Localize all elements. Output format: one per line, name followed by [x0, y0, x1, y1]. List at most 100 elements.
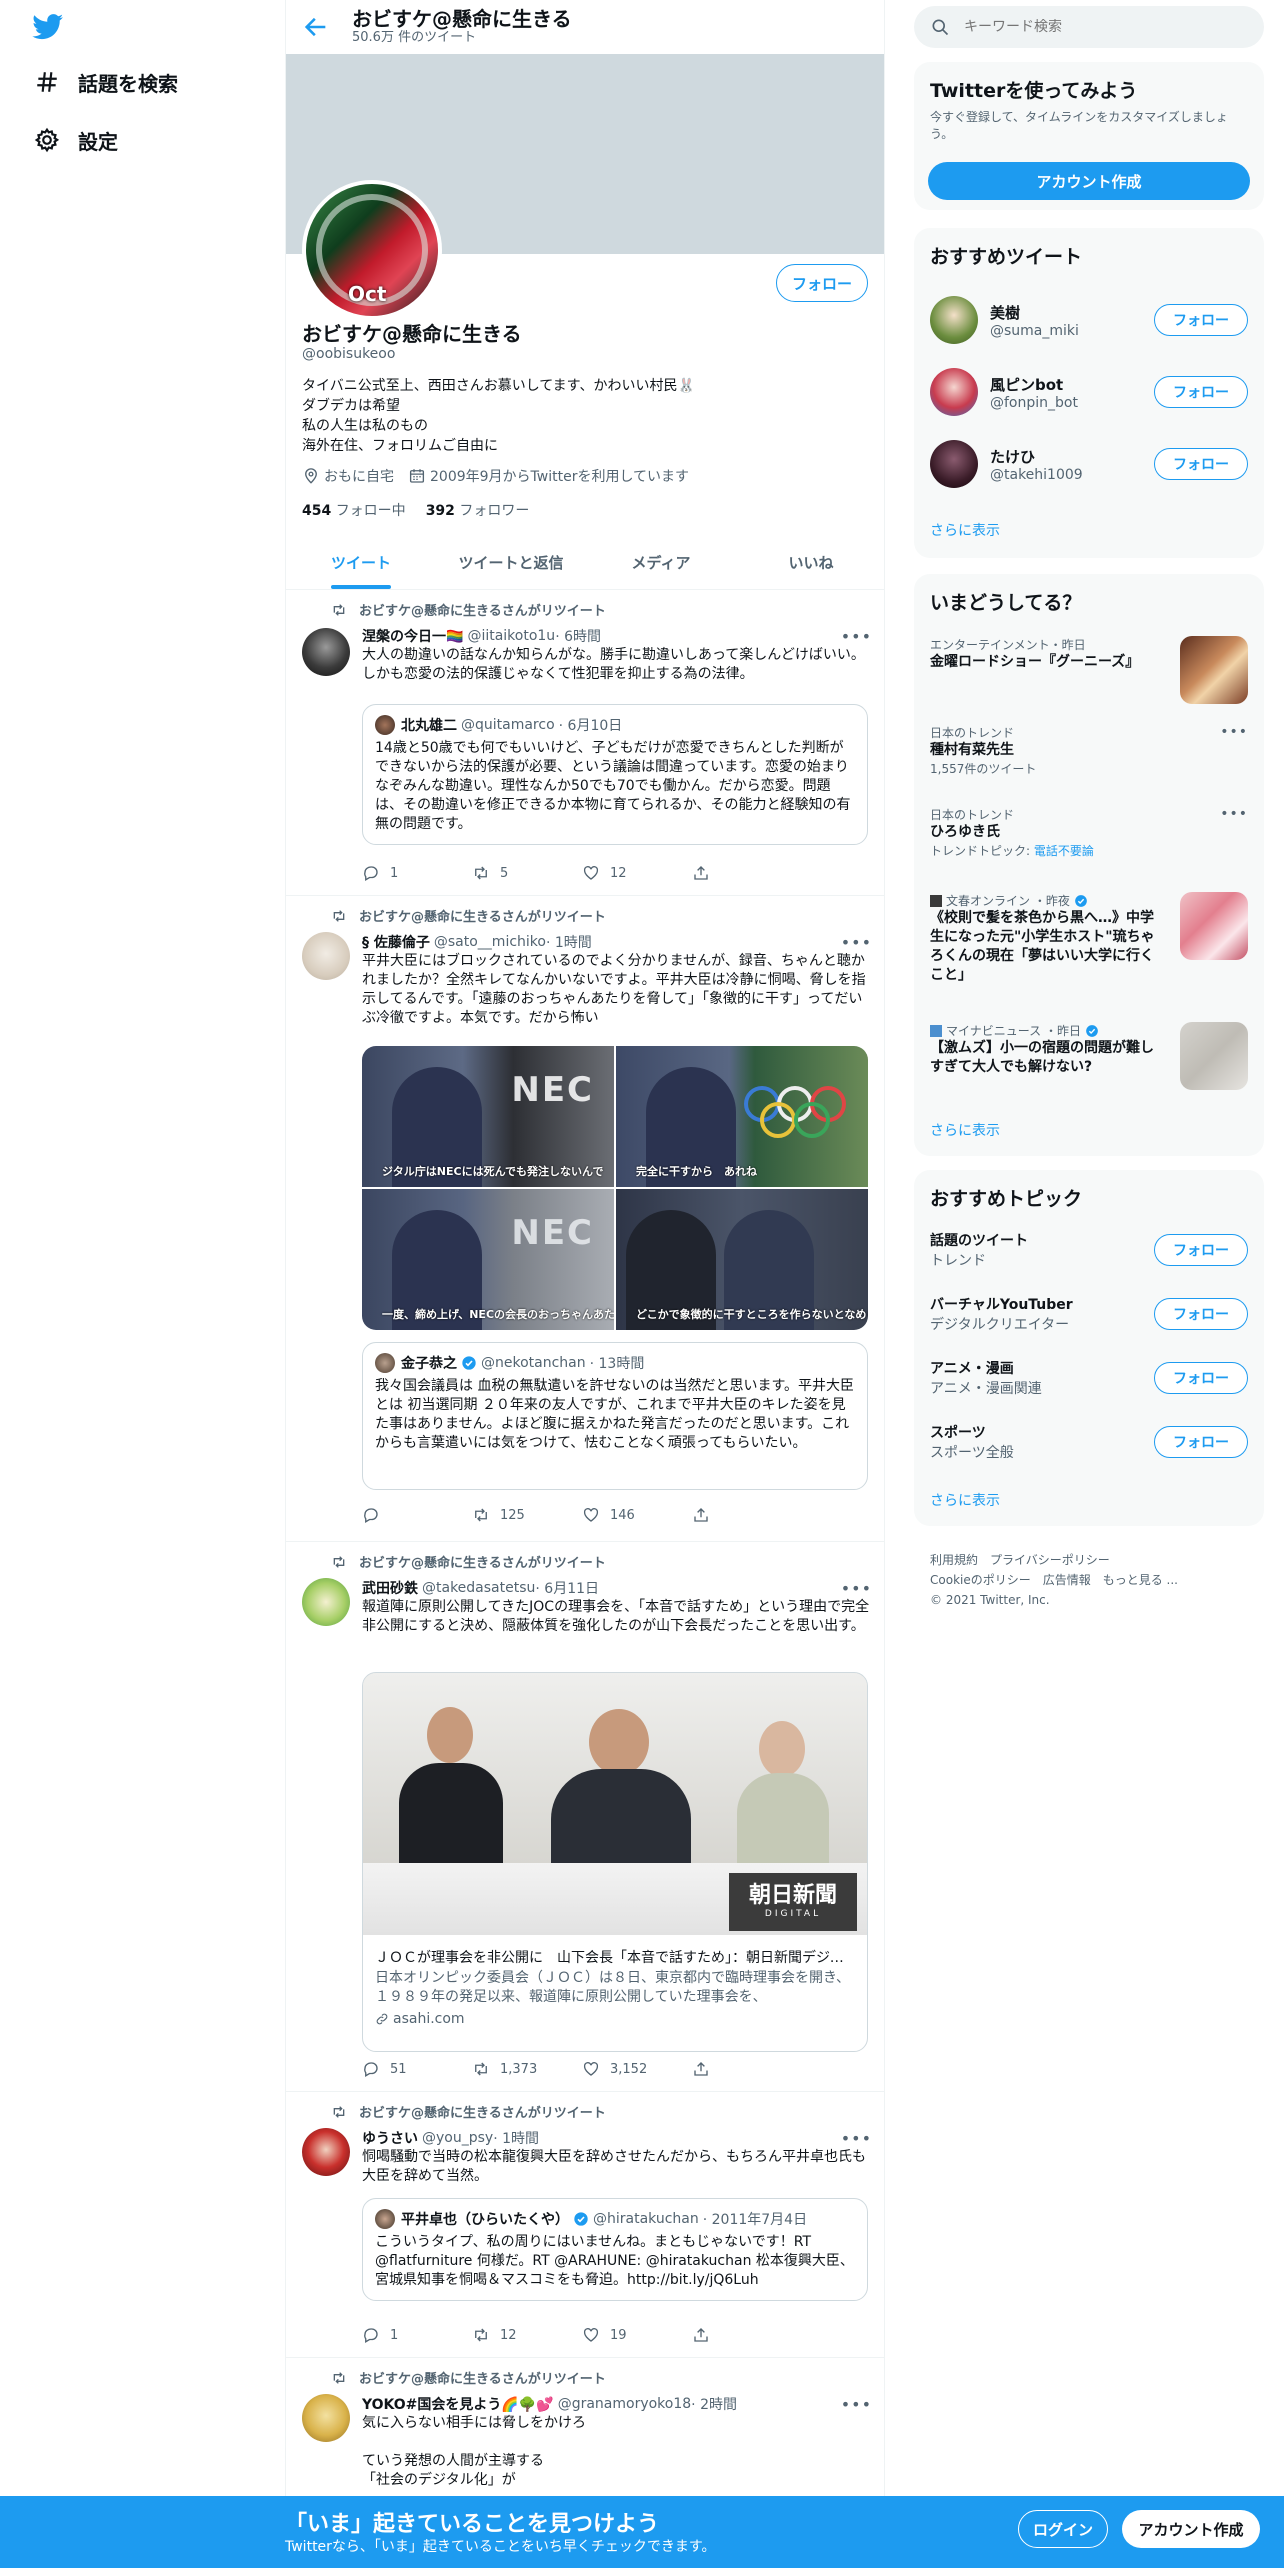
- recommended-user[interactable]: たけひ @takehi1009 フォロー: [930, 436, 1248, 492]
- tweet-author-handle[interactable]: @you_psy: [422, 2130, 493, 2146]
- retweet-button[interactable]: 125: [472, 1506, 582, 1524]
- tweet-avatar[interactable]: [302, 1578, 350, 1626]
- share-icon: [694, 2062, 708, 2076]
- more-options-icon[interactable]: •••: [841, 2129, 872, 2148]
- tweet-image[interactable]: 完全に干すから あれね: [616, 1046, 868, 1187]
- like-button[interactable]: 3,152: [582, 2060, 692, 2078]
- reply-button[interactable]: 1: [362, 864, 472, 882]
- tweet-author-name[interactable]: ゆうさい: [362, 2128, 418, 2148]
- reply-button[interactable]: [362, 1506, 472, 1524]
- more-options-icon[interactable]: •••: [841, 1579, 872, 1598]
- tweet[interactable]: おビすケ@懸命に生きるさんがリツイート ゆうさい @you_psy · 1時間 …: [286, 2092, 884, 2358]
- tweet-author-handle[interactable]: @iitaikoto1u: [467, 628, 555, 644]
- footer-line[interactable]: 利用規約 プライバシーポリシー: [930, 1550, 1260, 1570]
- tweet-author-name[interactable]: 武田砂鉄: [362, 1578, 418, 1598]
- tweet-time[interactable]: · 1時間: [546, 932, 592, 952]
- back-arrow-icon[interactable]: [302, 13, 330, 41]
- topic-item[interactable]: バーチャルYouTuber デジタルクリエイター フォロー: [930, 1290, 1248, 1338]
- follow-button[interactable]: フォロー: [1154, 1426, 1248, 1458]
- trend-item[interactable]: マイナビニュース ・昨日 【激ムズ】小一の宿題の問題が難しすぎて大人でも解けない…: [930, 1022, 1248, 1094]
- show-more-link[interactable]: さらに表示: [930, 520, 1000, 540]
- trend-item[interactable]: 日本のトレンド 種村有菜先生 1,557件のツイート •••: [930, 724, 1248, 776]
- follow-button[interactable]: フォロー: [1154, 1298, 1248, 1330]
- tweet-author-name[interactable]: YOKO#国会を見よう🌈🌳💕: [362, 2394, 554, 2414]
- recommended-user[interactable]: 風ピンbot @fonpin_bot フォロー: [930, 364, 1248, 420]
- retweet-button[interactable]: 1,373: [472, 2060, 582, 2078]
- more-options-icon[interactable]: •••: [1220, 806, 1248, 822]
- following-link[interactable]: 454 フォロー中: [302, 500, 406, 520]
- quoted-tweet[interactable]: 金子恭之 @nekotanchan · 13時間 我々国会議員は 血税の無駄遣い…: [362, 1342, 868, 1490]
- show-more-link[interactable]: さらに表示: [930, 1120, 1000, 1140]
- trend-item[interactable]: エンターテインメント・昨日 金曜ロードショー『グーニーズ』: [930, 636, 1248, 706]
- tab-likes[interactable]: いいね: [736, 536, 884, 589]
- tweet-image[interactable]: NEC 一度、締め上げ、NECの会長のおっちゃんあたりを脅しておいた方がいいよ: [362, 1189, 614, 1330]
- tweet-image[interactable]: どこかで象徴的に干すところを作らないとなめられちゃうからね: [616, 1189, 868, 1330]
- tweet-avatar[interactable]: [302, 932, 350, 980]
- share-button[interactable]: [692, 864, 802, 882]
- tweet-time[interactable]: · 6月11日: [535, 1578, 599, 1598]
- trend-item[interactable]: 文春オンライン ・昨夜 《校則で髪を茶色から黒へ…》中学生になった元"小学生ホス…: [930, 892, 1248, 992]
- login-button[interactable]: ログイン: [1018, 2510, 1108, 2548]
- topic-item[interactable]: アニメ・漫画 アニメ・漫画関連 フォロー: [930, 1354, 1248, 1402]
- topic-item[interactable]: スポーツ スポーツ全般 フォロー: [930, 1418, 1248, 1466]
- search-bar[interactable]: [914, 6, 1264, 48]
- show-more-link[interactable]: さらに表示: [930, 1490, 1000, 1510]
- reply-button[interactable]: 51: [362, 2060, 472, 2078]
- reply-button[interactable]: 1: [362, 2326, 472, 2344]
- tweet-author-handle[interactable]: @takedasatetsu: [422, 1580, 535, 1596]
- like-button[interactable]: 146: [582, 1506, 692, 1524]
- topic-item[interactable]: 話題のツイート トレンド フォロー: [930, 1226, 1248, 1274]
- tab-media[interactable]: メディア: [586, 536, 736, 589]
- nav-explore[interactable]: 話題を検索: [34, 64, 178, 100]
- follow-button[interactable]: フォロー: [776, 264, 868, 302]
- nav-settings[interactable]: 設定: [34, 122, 118, 158]
- tweet-avatar[interactable]: [302, 2394, 350, 2442]
- follow-button[interactable]: フォロー: [1154, 376, 1248, 408]
- search-input[interactable]: [964, 19, 1244, 35]
- retweet-button[interactable]: 5: [472, 864, 582, 882]
- tweet[interactable]: おビすケ@懸命に生きるさんがリツイート 武田砂鉄 @takedasatetsu …: [286, 1542, 884, 2092]
- tweet-author-name[interactable]: § 佐藤倫子: [362, 932, 430, 952]
- create-account-button[interactable]: アカウント作成: [928, 162, 1250, 200]
- retweet-button[interactable]: 12: [472, 2326, 582, 2344]
- share-button[interactable]: [692, 1506, 802, 1524]
- more-options-icon[interactable]: •••: [841, 627, 872, 646]
- follow-button[interactable]: フォロー: [1154, 1234, 1248, 1266]
- tab-tweets[interactable]: ツイート: [286, 536, 436, 589]
- signup-button[interactable]: アカウント作成: [1122, 2510, 1260, 2548]
- quoted-tweet[interactable]: 平井卓也（ひらいたくや） @hiratakuchan · 2011年7月4日 こ…: [362, 2198, 868, 2301]
- tweet-avatar[interactable]: [302, 628, 350, 676]
- tweet-time[interactable]: · 1時間: [493, 2128, 539, 2148]
- tweet[interactable]: おビすケ@懸命に生きるさんがリツイート § 佐藤倫子 @sato__michik…: [286, 896, 884, 1542]
- follow-button[interactable]: フォロー: [1154, 1362, 1248, 1394]
- like-button[interactable]: 19: [582, 2326, 692, 2344]
- link-preview-image: 朝日新聞 DIGITAL: [363, 1673, 867, 1935]
- tweet-avatar[interactable]: [302, 2128, 350, 2176]
- tweet-author-handle[interactable]: @sato__michiko: [434, 934, 546, 950]
- twitter-logo-icon[interactable]: [32, 14, 64, 40]
- follow-button[interactable]: フォロー: [1154, 448, 1248, 480]
- share-button[interactable]: [692, 2326, 802, 2344]
- footer-line[interactable]: Cookieのポリシー 広告情報 もっと見る ...: [930, 1570, 1260, 1590]
- tweet-image[interactable]: NEC ジタル庁はNECには死んでも発注しないんで: [362, 1046, 614, 1187]
- tweet-author-name[interactable]: 涅槃の今日一🏳️‍🌈: [362, 626, 463, 646]
- trend-topic-link[interactable]: 電話不要論: [1034, 844, 1094, 858]
- recommended-user[interactable]: 美樹 @suma_miki フォロー: [930, 292, 1248, 348]
- tab-tweets-and-replies[interactable]: ツイートと返信: [436, 536, 586, 589]
- more-options-icon[interactable]: •••: [1220, 724, 1248, 740]
- link-preview-card[interactable]: 朝日新聞 DIGITAL ＪＯＣが理事会を非公開に 山下会長「本音で話すため」：…: [362, 1672, 868, 2052]
- tweet-image-grid[interactable]: NEC ジタル庁はNECには死んでも発注しないんで 完全に干すから あれね NE…: [362, 1046, 868, 1330]
- followers-link[interactable]: 392 フォロワー: [426, 500, 530, 520]
- more-options-icon[interactable]: •••: [841, 933, 872, 952]
- profile-avatar[interactable]: Oct: [302, 180, 442, 320]
- tweet[interactable]: おビすケ@懸命に生きるさんがリツイート 涅槃の今日一🏳️‍🌈 @iitaikot…: [286, 590, 884, 896]
- tweet-author-handle[interactable]: @granamoryoko18: [558, 2396, 691, 2412]
- tweet-time[interactable]: · 2時間: [691, 2394, 737, 2414]
- trend-item[interactable]: 日本のトレンド ひろゆき氏 トレンドトピック: 電話不要論 •••: [930, 806, 1248, 858]
- more-options-icon[interactable]: •••: [841, 2395, 872, 2414]
- follow-button[interactable]: フォロー: [1154, 304, 1248, 336]
- share-button[interactable]: [692, 2060, 802, 2078]
- quoted-tweet[interactable]: 北丸雄二 @quitamarco · 6月10日 14歳と50歳でも何でもいいけ…: [362, 704, 868, 845]
- like-button[interactable]: 12: [582, 864, 692, 882]
- tweet-time[interactable]: · 6時間: [555, 626, 601, 646]
